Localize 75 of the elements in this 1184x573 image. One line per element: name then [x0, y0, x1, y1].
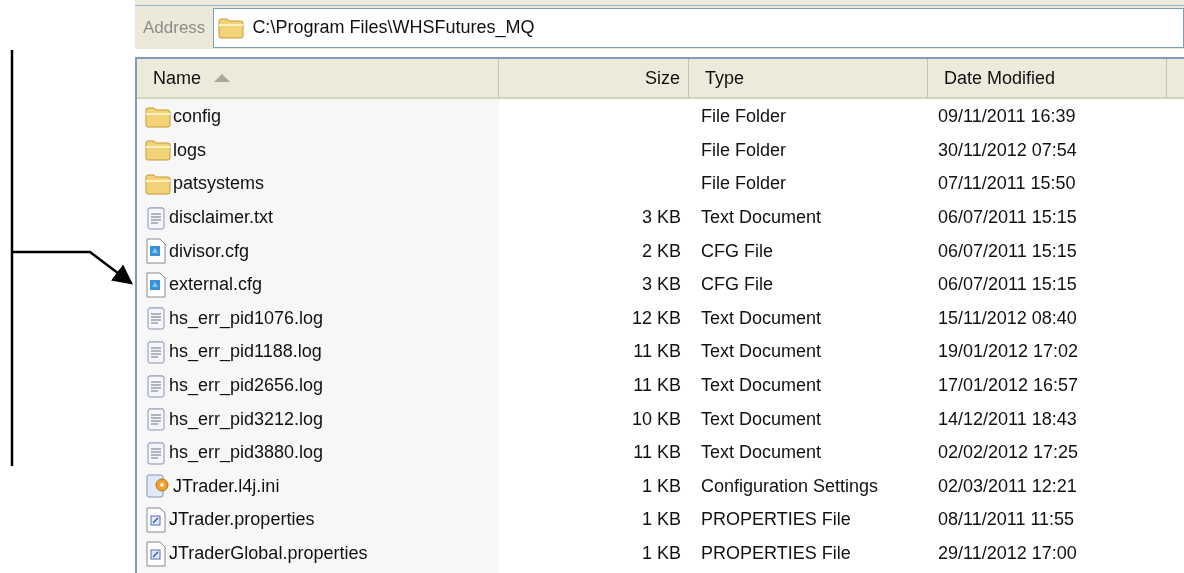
- file-size: 3 KB: [641, 273, 681, 297]
- file-type: File Folder: [701, 173, 787, 194]
- file-name[interactable]: hs_err_pid3212.log: [137, 405, 499, 433]
- file-size: 11 KB: [633, 340, 681, 364]
- document-icon: [145, 238, 167, 265]
- file-type: Text Document: [701, 408, 822, 429]
- file-type: PROPERTIES File: [701, 509, 851, 530]
- file-type: Text Document: [701, 307, 822, 328]
- column-header[interactable]: Date Modified: [928, 59, 1167, 97]
- document-icon: [145, 271, 167, 298]
- file-name[interactable]: external.cfg: [137, 271, 499, 299]
- date-modified: 30/11/2012 07:54: [938, 139, 1077, 160]
- notepad-icon: [145, 440, 167, 465]
- column-header[interactable]: Size: [499, 59, 689, 97]
- file-name[interactable]: patsystems: [137, 170, 499, 198]
- file-name[interactable]: config: [137, 103, 499, 131]
- date-modified: 06/07/2011 15:15: [938, 240, 1077, 261]
- file-type: Text Document: [701, 442, 822, 463]
- file-name[interactable]: logs: [137, 136, 499, 164]
- file-name[interactable]: disclaimer.txt: [137, 204, 499, 232]
- date-modified: 06/07/2011 15:15: [938, 207, 1077, 228]
- notepad-icon: [145, 407, 167, 432]
- document-icon: [145, 540, 167, 567]
- column-header[interactable]: Name: [137, 59, 499, 97]
- date-modified: 07/11/2011 15:50: [938, 173, 1076, 194]
- notepad-icon: [145, 373, 167, 398]
- notepad-icon: [145, 306, 167, 331]
- date-modified: 09/11/2011 16:39: [938, 106, 1076, 127]
- file-size: 10 KB: [631, 407, 681, 431]
- file-type: File Folder: [701, 106, 787, 127]
- settings-file-icon: [145, 473, 171, 500]
- file-size: 12 KB: [631, 306, 681, 330]
- file-name[interactable]: divisor.cfg: [137, 237, 499, 265]
- document-icon: [145, 506, 167, 533]
- date-modified: 29/11/2012 17:00: [938, 543, 1077, 563]
- folder-icon: [218, 16, 245, 39]
- file-name[interactable]: hs_err_pid1076.log: [137, 304, 499, 332]
- file-name[interactable]: JTrader.properties: [137, 506, 499, 534]
- file-name[interactable]: hs_err_pid1188.log: [137, 338, 499, 366]
- date-modified: 08/11/2011 11:55: [938, 509, 1075, 530]
- file-name[interactable]: hs_err_pid2656.log: [137, 372, 499, 400]
- date-modified: 02/02/2012 17:25: [938, 442, 1079, 463]
- file-size: 1 KB: [641, 542, 681, 565]
- file-type: File Folder: [701, 139, 787, 160]
- date-modified: 15/11/2012 08:40: [938, 307, 1077, 328]
- notepad-icon: [145, 339, 167, 364]
- sort-ascending-icon: [213, 73, 231, 83]
- file-name[interactable]: hs_err_pid3880.log: [137, 439, 499, 467]
- notepad-icon: [145, 205, 167, 230]
- file-type: CFG File: [701, 240, 773, 261]
- date-modified: 02/03/2011 12:21: [938, 475, 1077, 496]
- file-type: Text Document: [701, 375, 822, 396]
- file-size: 2 KB: [641, 239, 681, 263]
- address-field[interactable]: C:\Program Files\WHSFutures_MQ: [213, 7, 1184, 48]
- file-type: PROPERTIES File: [701, 543, 851, 563]
- date-modified: 14/12/2011 18:43: [938, 408, 1077, 429]
- file-size: 11 KB: [633, 374, 681, 398]
- address-label: Address: [142, 16, 207, 39]
- file-size: 3 KB: [641, 206, 681, 230]
- file-name[interactable]: JTrader.l4j.ini: [137, 472, 499, 500]
- date-modified: 17/01/2012 16:57: [938, 375, 1079, 396]
- folder-icon: [145, 105, 171, 128]
- date-modified: 19/01/2012 17:02: [938, 341, 1079, 362]
- file-type: CFG File: [701, 274, 773, 295]
- file-type: Text Document: [701, 341, 822, 362]
- column-header[interactable]: Type: [689, 59, 928, 97]
- file-type: Text Document: [701, 207, 822, 228]
- file-size: 1 KB: [641, 474, 681, 498]
- folder-icon: [145, 173, 171, 195]
- date-modified: 06/07/2011 15:15: [938, 274, 1077, 295]
- file-name[interactable]: JTraderGlobal.properties: [137, 540, 499, 567]
- file-size: 1 KB: [641, 508, 681, 532]
- folder-icon: [145, 139, 171, 162]
- file-type: Configuration Settings: [701, 475, 879, 496]
- file-size: 11 KB: [633, 441, 681, 465]
